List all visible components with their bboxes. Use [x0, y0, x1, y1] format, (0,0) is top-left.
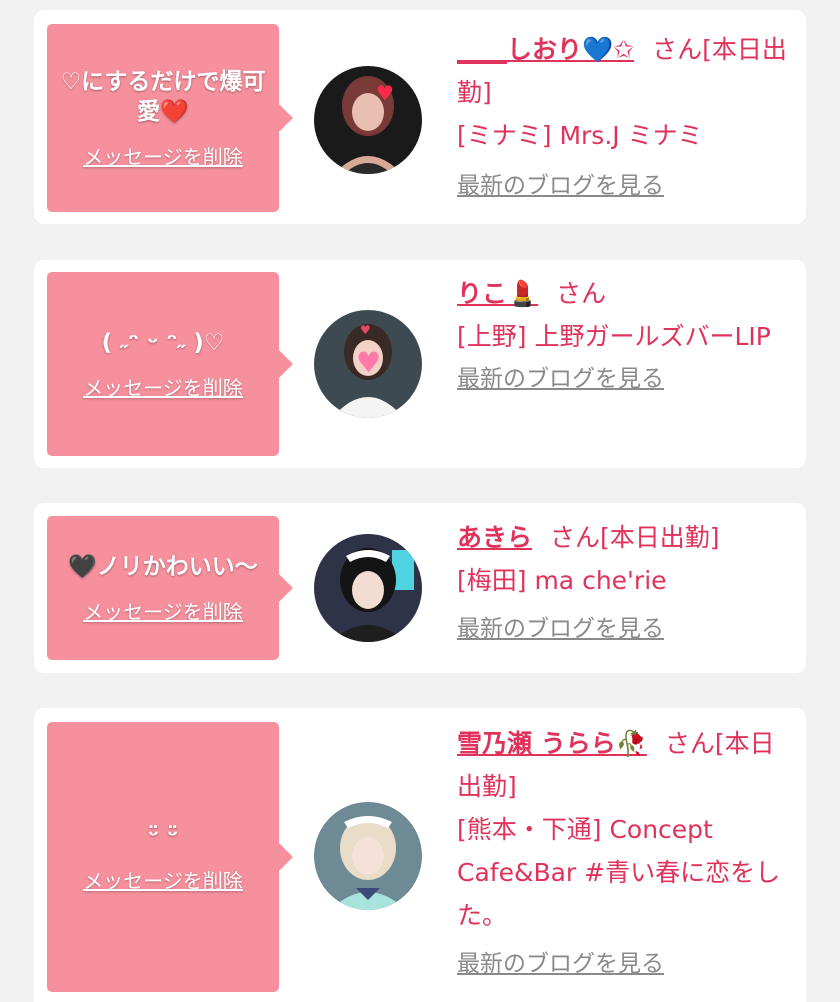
status-text: [本日出勤] — [600, 523, 720, 552]
cast-info: ____しおり💙✩ さん[本日出勤] [ミナミ] Mrs.J ミナミ 最新のブログ… — [457, 28, 797, 208]
honorific: さん — [550, 523, 601, 552]
blog-link[interactable]: 最新のブログを見る — [457, 358, 797, 401]
message-bubble: 🖤ノリかわいい〜 メッセージを削除 — [47, 516, 293, 660]
message-bubble: ♡にするだけで爆可愛❤️ メッセージを削除 — [47, 24, 293, 212]
message-bubble: ( ˶ᵔ ᵕ ᵔ˶ )♡ メッセージを削除 — [47, 272, 293, 456]
shop-text: [熊本・下通] Concept Cafe&Bar #青い春に恋をした。 — [457, 815, 781, 930]
cast-card: ᵕ̈ ᵕ̈ メッセージを削除 雪乃瀬 うらら🥀 さん[本日出勤] [熊本・下通] … — [34, 708, 806, 1002]
cast-info: あきら さん[本日出勤] [梅田] ma che'rie 最新のブログを見る — [457, 516, 797, 651]
blog-link[interactable]: 最新のブログを見る — [457, 165, 797, 208]
shop-text: [ミナミ] Mrs.J ミナミ — [457, 121, 703, 150]
message-text: ( ˶ᵔ ᵕ ᵔ˶ )♡ — [101, 329, 225, 356]
honorific: さん — [664, 729, 715, 758]
message-text: ᵕ̈ ᵕ̈ — [147, 822, 179, 849]
message-text: ♡にするだけで爆可愛❤️ — [60, 68, 266, 125]
avatar[interactable]: ♥ ♥ — [314, 310, 422, 418]
cast-name-link[interactable]: りこ💄 — [457, 279, 538, 308]
cast-name-link[interactable]: ____しおり💙✩ — [457, 35, 634, 64]
honorific: さん — [556, 279, 607, 308]
cast-info: りこ💄 さん [上野] 上野ガールズバーLIP 最新のブログを見る — [457, 272, 797, 401]
delete-message-link[interactable]: メッセージを削除 — [83, 141, 243, 170]
svg-text:♥: ♥ — [360, 323, 371, 337]
cast-name-link[interactable]: 雪乃瀬 うらら🥀 — [457, 729, 647, 758]
shop-text: [上野] 上野ガールズバーLIP — [457, 322, 771, 351]
favorites-list: ♡にするだけで爆可愛❤️ メッセージを削除 ♥ ____しおり💙✩ さん[本日出勤… — [0, 0, 840, 1002]
avatar[interactable] — [314, 802, 422, 910]
avatar[interactable] — [314, 534, 422, 642]
message-bubble: ᵕ̈ ᵕ̈ メッセージを削除 — [47, 722, 293, 992]
cast-card: 🖤ノリかわいい〜 メッセージを削除 あきら さん[本日出勤] [梅田] ma ch… — [34, 503, 806, 673]
cast-card: ( ˶ᵔ ᵕ ᵔ˶ )♡ メッセージを削除 ♥ ♥ りこ💄 さん [上野] 上野ガ… — [34, 260, 806, 468]
shop-text: [梅田] ma che'rie — [457, 566, 667, 595]
delete-message-link[interactable]: メッセージを削除 — [83, 596, 243, 625]
cast-info: 雪乃瀬 うらら🥀 さん[本日出勤] [熊本・下通] Concept Cafe&Ba… — [457, 722, 797, 986]
svg-text:♥: ♥ — [376, 81, 394, 105]
avatar[interactable]: ♥ — [314, 66, 422, 174]
blog-link[interactable]: 最新のブログを見る — [457, 943, 797, 986]
cast-card: ♡にするだけで爆可愛❤️ メッセージを削除 ♥ ____しおり💙✩ さん[本日出勤… — [34, 10, 806, 224]
message-text: 🖤ノリかわいい〜 — [68, 553, 258, 580]
delete-message-link[interactable]: メッセージを削除 — [83, 865, 243, 894]
delete-message-link[interactable]: メッセージを削除 — [83, 372, 243, 401]
honorific: さん — [652, 35, 703, 64]
blog-link[interactable]: 最新のブログを見る — [457, 608, 797, 651]
cast-name-link[interactable]: あきら — [457, 523, 532, 552]
svg-text:♥: ♥ — [356, 346, 381, 379]
